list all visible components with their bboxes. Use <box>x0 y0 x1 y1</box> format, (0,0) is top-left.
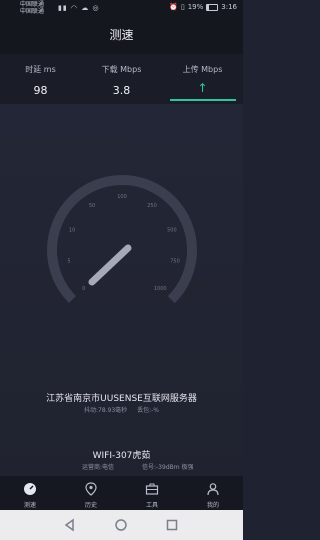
server-name: 江苏省南京市UUSENSE互联网服务器 <box>46 394 197 404</box>
isp-text: 运营商:电信 <box>82 464 115 471</box>
bottom-nav: 测速 历史 工具 我的 <box>0 476 243 510</box>
upload-progress-line <box>170 99 236 101</box>
gauge-tick-label: 1000 <box>154 286 167 292</box>
latency-value: 98 <box>33 84 48 97</box>
download-label: 下载 <box>101 65 118 74</box>
nav-speedtest[interactable]: 测速 <box>0 482 60 509</box>
nav-profile[interactable]: 我的 <box>183 482 243 509</box>
loss-text: 丢包:-% <box>137 407 159 414</box>
nav-tools[interactable]: 工具 <box>122 482 182 509</box>
latency-metric: 时延 ms 98 <box>0 64 81 97</box>
gauge-tick-label: 5 <box>67 259 70 265</box>
carrier-2: 中国联通 <box>20 8 45 15</box>
home-icon[interactable] <box>114 518 128 532</box>
carrier-info: 中国联通 中国联通 <box>20 1 44 15</box>
gauge-tick-label: 500 <box>167 227 177 233</box>
vibrate-icon: ▯ <box>180 3 185 11</box>
battery-percent: 19% <box>187 3 204 11</box>
back-icon[interactable] <box>63 518 77 532</box>
gauge-ticks: 0 5 10 50 100 250 500 750 1000 <box>67 194 179 292</box>
nav-profile-label: 我的 <box>206 502 219 509</box>
gauge-tick-label: 0 <box>82 286 85 292</box>
speed-gauge: 0 5 10 50 100 250 500 750 1000 <box>46 175 197 325</box>
download-unit: Mbps <box>120 65 142 74</box>
user-icon <box>207 483 219 496</box>
status-right: ⏰ ▯ 19% 3:16 <box>169 3 237 11</box>
gauge-tick-label: 50 <box>89 203 95 209</box>
page-title: 测速 <box>109 28 134 42</box>
nav-history[interactable]: 历史 <box>61 482 121 509</box>
upload-arrow-icon: ↑ <box>197 81 208 95</box>
gauge-tick-label: 100 <box>117 194 127 200</box>
network-icons: ▮▮ ◠ ☁ ◎ <box>58 4 100 12</box>
latency-label: 时延 <box>25 65 42 74</box>
gauge-needle <box>88 244 132 286</box>
toolbox-icon <box>145 483 159 495</box>
wifi-name: WIFI-307虎茹 <box>92 451 151 461</box>
download-value: 3.8 <box>112 84 131 97</box>
nav-tools-label: 工具 <box>145 502 158 509</box>
metrics-row: 时延 ms 98 下载 Mbps 3.8 上传 Mbps ↑ <box>0 54 243 104</box>
clock: 3:16 <box>221 3 237 11</box>
upload-metric: 上传 Mbps ↑ <box>162 64 243 95</box>
location-pin-icon <box>85 482 97 496</box>
recents-icon[interactable] <box>165 518 179 532</box>
status-bar: 中国联通 中国联通 ▮▮ ◠ ☁ ◎ ⏰ ▯ 19% 3:16 <box>0 0 243 16</box>
latency-unit: ms <box>43 65 56 74</box>
carrier-1: 中国联通 <box>20 1 45 8</box>
speedometer-icon <box>24 483 36 495</box>
nav-speedtest-label: 测速 <box>23 502 36 509</box>
nav-history-label: 历史 <box>84 502 97 509</box>
alarm-icon: ⏰ <box>169 3 178 11</box>
jitter-text: 抖动:78.93毫秒 <box>83 407 128 414</box>
signal-text: 信号:-39dBm 极强 <box>142 464 194 471</box>
upload-unit: Mbps <box>201 65 223 74</box>
download-metric: 下载 Mbps 3.8 <box>81 64 162 97</box>
gauge-tick-label: 750 <box>170 259 180 265</box>
server-substats: 抖动:78.93毫秒 丢包:-% <box>0 405 243 414</box>
system-nav-bar <box>0 510 243 540</box>
battery-icon <box>206 3 219 11</box>
gauge-tick-label: 10 <box>69 227 75 233</box>
upload-label: 上传 <box>182 65 199 74</box>
gauge-tick-label: 250 <box>147 203 157 209</box>
page-header: 测速 <box>0 16 243 54</box>
